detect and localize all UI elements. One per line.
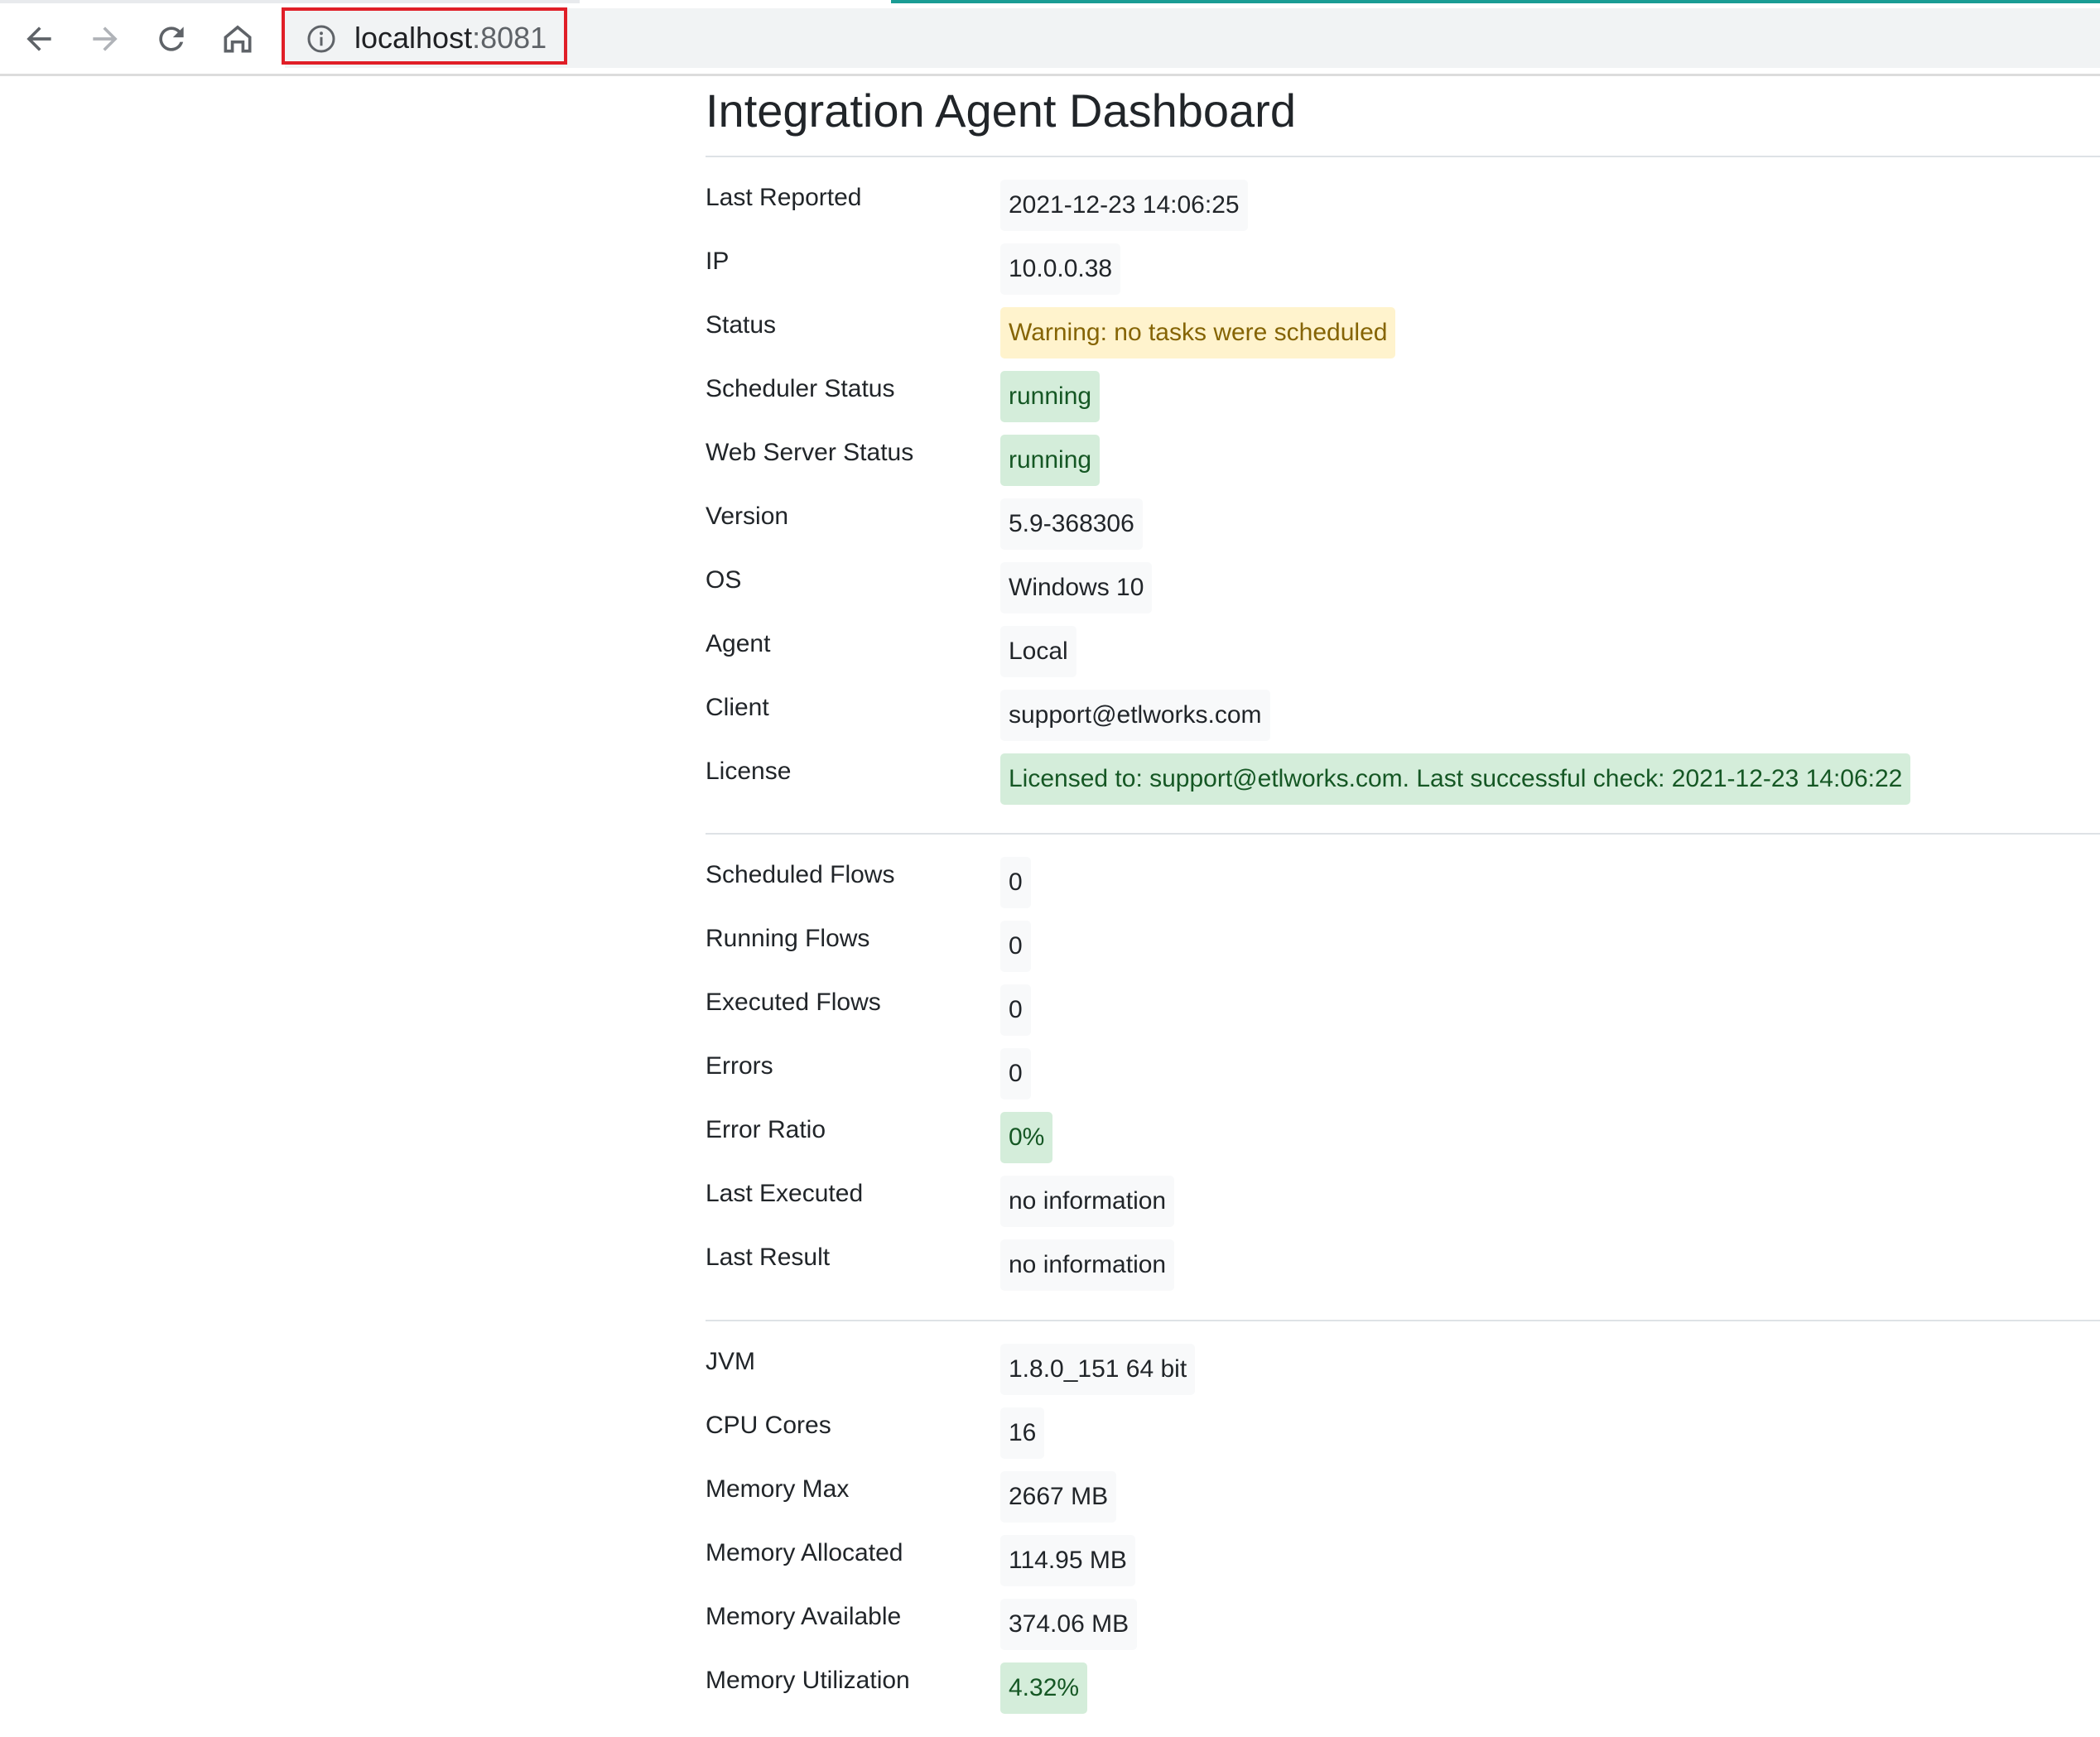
license-badge: Licensed to: support@etlworks.com. Last … bbox=[1000, 753, 1911, 805]
row-status: Status Warning: no tasks were scheduled bbox=[706, 307, 2100, 365]
arrow-right-icon bbox=[93, 26, 118, 51]
row-label: OS bbox=[706, 566, 742, 594]
row-label: Memory Available bbox=[706, 1603, 902, 1630]
home-button[interactable] bbox=[210, 12, 265, 66]
row-value: 16 bbox=[1000, 1407, 1045, 1459]
browser-toolbar: localhost:8081 bbox=[0, 0, 2100, 76]
row-error-ratio: Error Ratio 0% bbox=[706, 1112, 2100, 1170]
row-value: no information bbox=[1000, 1239, 1175, 1291]
row-label: IP bbox=[706, 248, 730, 275]
row-client: Client support@etlworks.com bbox=[706, 690, 2100, 748]
row-version: Version 5.9-368306 bbox=[706, 498, 2100, 556]
row-value: support@etlworks.com bbox=[1000, 690, 1270, 741]
row-value: 2667 MB bbox=[1000, 1471, 1117, 1523]
page-title: Integration Agent Dashboard bbox=[706, 84, 1296, 137]
row-agent: Agent Local bbox=[706, 626, 2100, 684]
status-badge: 0% bbox=[1000, 1112, 1053, 1163]
reload-icon bbox=[159, 26, 184, 51]
url-highlight-box bbox=[282, 7, 567, 65]
row-value: Local bbox=[1000, 626, 1076, 677]
row-label: Scheduled Flows bbox=[706, 861, 895, 888]
arrow-left-icon bbox=[26, 26, 51, 51]
row-value: no information bbox=[1000, 1176, 1175, 1227]
row-license: License Licensed to: support@etlworks.co… bbox=[706, 753, 2100, 811]
row-label: Memory Max bbox=[706, 1475, 850, 1503]
row-value: 0 bbox=[1000, 1048, 1031, 1099]
status-badge: Warning: no tasks were scheduled bbox=[1000, 307, 1396, 358]
row-jvm: JVM 1.8.0_151 64 bit bbox=[706, 1344, 2100, 1402]
row-label: Last Executed bbox=[706, 1180, 864, 1207]
status-badge: running bbox=[1000, 371, 1101, 422]
row-value: 0 bbox=[1000, 984, 1031, 1036]
row-label: Web Server Status bbox=[706, 439, 914, 466]
row-value: 1.8.0_151 64 bit bbox=[1000, 1344, 1196, 1395]
back-button[interactable] bbox=[12, 12, 66, 66]
row-web-server-status: Web Server Status running bbox=[706, 435, 2100, 493]
row-os: OS Windows 10 bbox=[706, 562, 2100, 620]
page-loading-bar bbox=[0, 0, 2100, 3]
row-last-result: Last Result no information bbox=[706, 1239, 2100, 1297]
row-value: Windows 10 bbox=[1000, 562, 1153, 613]
row-errors: Errors 0 bbox=[706, 1048, 2100, 1106]
row-label: Scheduler Status bbox=[706, 375, 895, 402]
row-value: 5.9-368306 bbox=[1000, 498, 1143, 550]
forward-button[interactable] bbox=[78, 12, 132, 66]
row-memory-utilization: Memory Utilization 4.32% bbox=[706, 1662, 2100, 1720]
row-value: 114.95 MB bbox=[1000, 1535, 1135, 1586]
row-value: 0 bbox=[1000, 921, 1031, 972]
row-value: 10.0.0.38 bbox=[1000, 243, 1121, 295]
row-value: 2021-12-23 14:06:25 bbox=[1000, 180, 1248, 231]
row-cpu-cores: CPU Cores 16 bbox=[706, 1407, 2100, 1465]
row-label: Version bbox=[706, 503, 789, 530]
row-label: Status bbox=[706, 311, 777, 339]
row-label: Memory Allocated bbox=[706, 1539, 903, 1566]
row-value: 374.06 MB bbox=[1000, 1599, 1138, 1650]
row-label: Error Ratio bbox=[706, 1116, 826, 1143]
section-divider bbox=[706, 1320, 2100, 1321]
row-value: 0 bbox=[1000, 857, 1031, 908]
row-label: Errors bbox=[706, 1052, 773, 1080]
row-scheduler-status: Scheduler Status running bbox=[706, 371, 2100, 429]
status-badge: running bbox=[1000, 435, 1101, 486]
row-executed-flows: Executed Flows 0 bbox=[706, 984, 2100, 1042]
row-memory-max: Memory Max 2667 MB bbox=[706, 1471, 2100, 1529]
row-label: Memory Utilization bbox=[706, 1667, 910, 1694]
row-label: Client bbox=[706, 694, 769, 721]
row-label: Last Reported bbox=[706, 184, 862, 211]
row-label: Executed Flows bbox=[706, 989, 881, 1016]
reload-button[interactable] bbox=[144, 12, 199, 66]
row-ip: IP 10.0.0.38 bbox=[706, 243, 2100, 301]
row-memory-available: Memory Available 374.06 MB bbox=[706, 1599, 2100, 1657]
status-badge: 4.32% bbox=[1000, 1662, 1088, 1714]
home-icon bbox=[224, 25, 252, 53]
row-running-flows: Running Flows 0 bbox=[706, 921, 2100, 979]
row-label: JVM bbox=[706, 1348, 755, 1375]
row-scheduled-flows: Scheduled Flows 0 bbox=[706, 857, 2100, 915]
row-label: Last Result bbox=[706, 1244, 831, 1271]
row-label: Running Flows bbox=[706, 925, 870, 952]
section-divider bbox=[706, 833, 2100, 835]
row-last-executed: Last Executed no information bbox=[706, 1176, 2100, 1234]
row-label: Agent bbox=[706, 630, 771, 657]
title-divider bbox=[706, 156, 2100, 157]
row-label: CPU Cores bbox=[706, 1412, 831, 1439]
row-label: License bbox=[706, 758, 792, 785]
row-last-reported: Last Reported 2021-12-23 14:06:25 bbox=[706, 180, 2100, 238]
row-memory-allocated: Memory Allocated 114.95 MB bbox=[706, 1535, 2100, 1593]
